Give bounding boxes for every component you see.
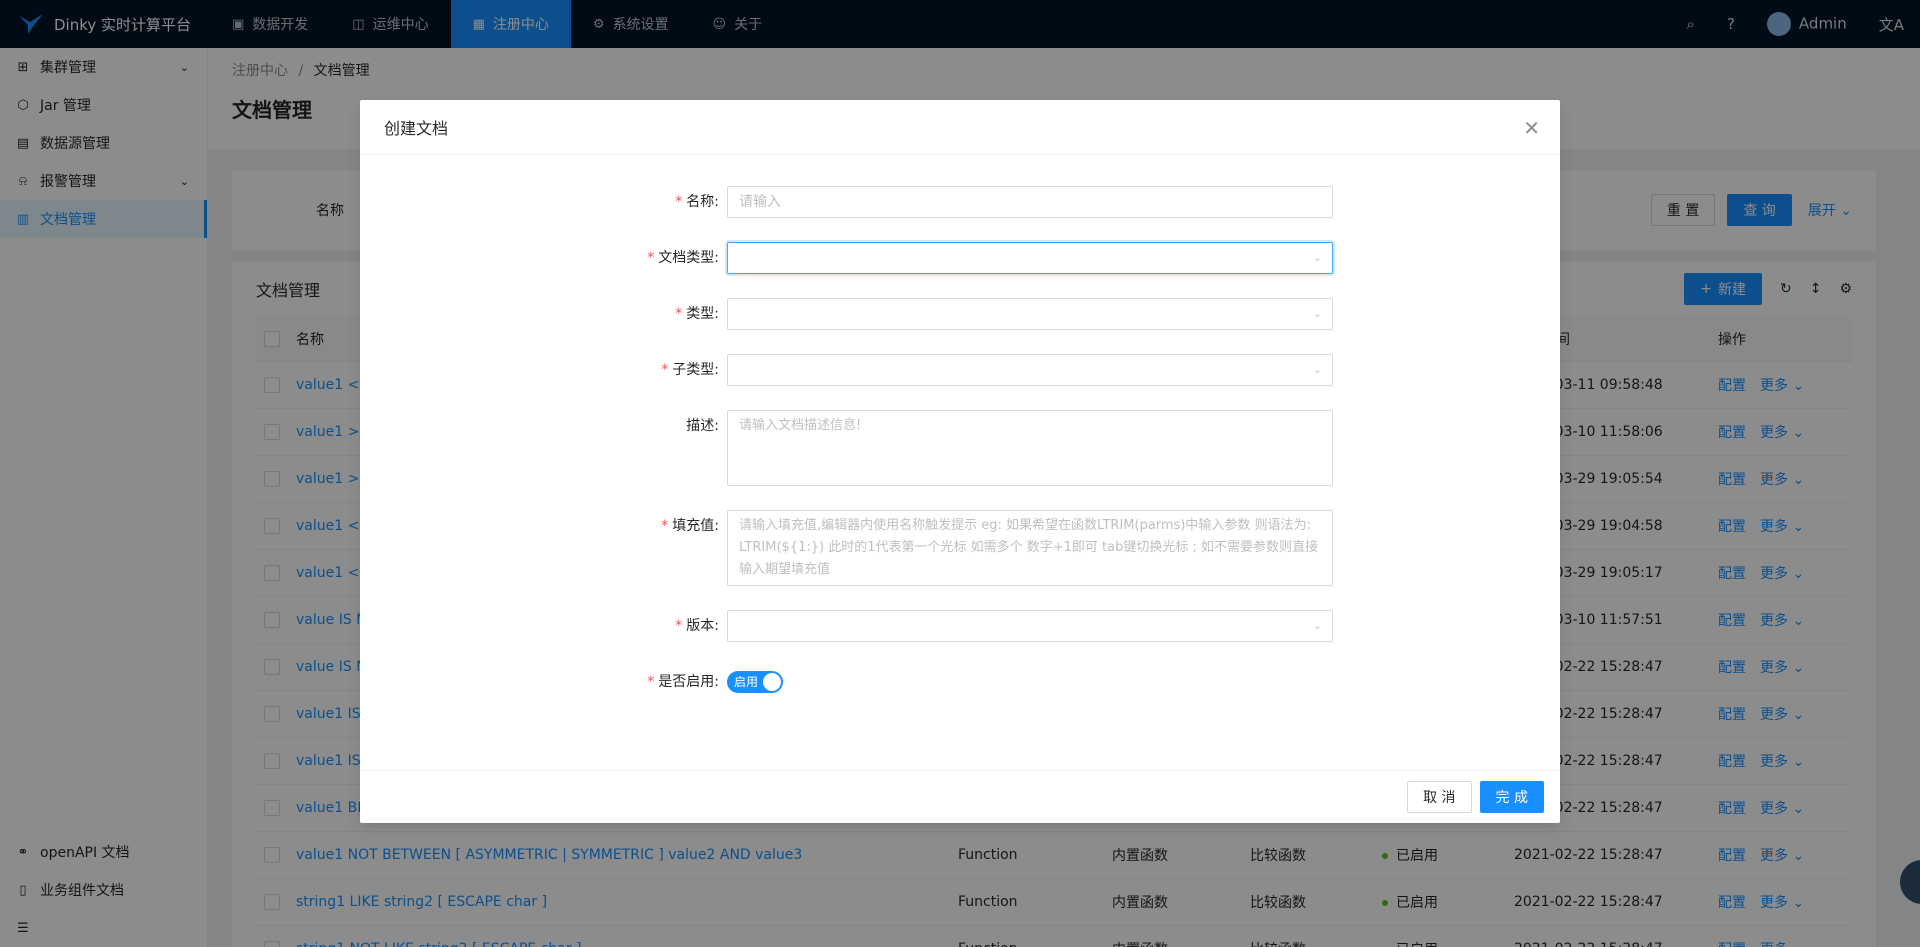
form-row-subtype: * 子类型: ⌄ (360, 354, 1560, 386)
form-row-version: * 版本: ⌄ (360, 610, 1560, 642)
name-placeholder: 请输入 (739, 194, 781, 210)
form-row-enabled: * 是否启用: 启用 (360, 666, 1560, 698)
description-textarea[interactable]: 请输入文档描述信息! (727, 410, 1333, 486)
doc-type-label: 文档类型 (658, 250, 715, 266)
enabled-switch[interactable]: 启用 (727, 671, 783, 693)
fill-value-label: 填充值 (672, 518, 715, 534)
switch-label: 启用 (734, 675, 759, 689)
version-label: 版本 (686, 618, 715, 634)
type-select[interactable]: ⌄ (727, 298, 1333, 330)
submit-button[interactable]: 完 成 (1479, 781, 1544, 813)
form-row-fill-value: * 填充值: 请输入填充值,编辑器内使用名称触发提示 eg: 如果希望在函数LTR… (360, 510, 1560, 586)
cancel-button[interactable]: 取 消 (1407, 781, 1472, 813)
description-placeholder: 请输入文档描述信息! (739, 418, 862, 433)
modal-footer: 取 消 完 成 (360, 770, 1560, 823)
form-row-name: * 名称: 请输入 (360, 186, 1560, 218)
subtype-select[interactable]: ⌄ (727, 354, 1333, 386)
fill-value-placeholder: 请输入填充值,编辑器内使用名称触发提示 eg: 如果希望在函数LTRIM(par… (739, 518, 1319, 577)
type-label: 类型 (686, 306, 715, 322)
description-label: 描述 (686, 418, 715, 434)
modal-title: 创建文档 (384, 119, 449, 138)
chevron-down-icon: ⌄ (1312, 307, 1322, 320)
subtype-label: 子类型 (672, 362, 715, 378)
name-input[interactable]: 请输入 (727, 186, 1333, 218)
close-icon[interactable]: ✕ (1523, 116, 1540, 140)
form-row-doc-type: * 文档类型: ⌄ (360, 242, 1560, 274)
chevron-down-icon: ⌄ (1312, 619, 1322, 632)
doc-type-select[interactable]: ⌄ (727, 242, 1333, 274)
form-row-type: * 类型: ⌄ (360, 298, 1560, 330)
switch-knob (763, 673, 781, 691)
form-row-description: 描述: 请输入文档描述信息! (360, 410, 1560, 486)
create-document-modal: 创建文档 ✕ * 名称: 请输入 * 文档类型: ⌄ * 类型: ⌄ * 子类型: ⌄ … (360, 100, 1560, 823)
fill-value-textarea[interactable]: 请输入填充值,编辑器内使用名称触发提示 eg: 如果希望在函数LTRIM(par… (727, 510, 1333, 586)
version-select[interactable]: ⌄ (727, 610, 1333, 642)
chevron-down-icon: ⌄ (1312, 363, 1322, 376)
enabled-label: 是否启用 (658, 674, 715, 690)
name-label: 名称 (686, 194, 715, 210)
modal-header: 创建文档 (360, 100, 1560, 155)
chevron-down-icon: ⌄ (1312, 251, 1322, 264)
